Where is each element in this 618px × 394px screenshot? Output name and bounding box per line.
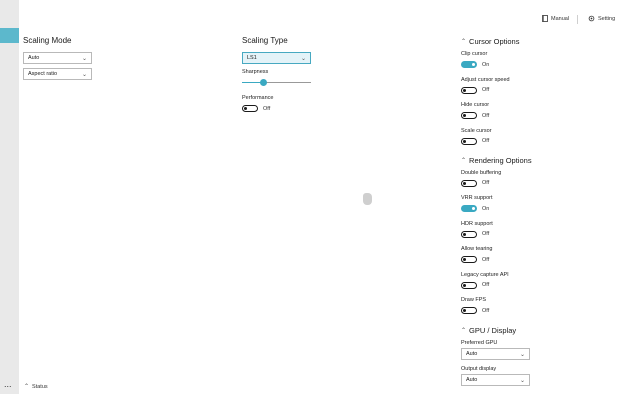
cursor-option-switch[interactable] xyxy=(461,61,477,68)
rendering-option-switch[interactable] xyxy=(461,179,477,187)
output-display-dropdown[interactable]: Auto ⌄ xyxy=(461,374,530,386)
cursor-option-state: Off xyxy=(482,138,490,144)
cursor-option-toggle[interactable]: Off xyxy=(461,86,490,94)
navigation-rail: ... xyxy=(0,0,19,394)
cursor-option-toggle[interactable]: Off xyxy=(461,137,490,145)
performance-toggle[interactable]: Off xyxy=(242,105,270,112)
manual-label: Manual xyxy=(551,15,570,22)
more-icon[interactable]: ... xyxy=(4,380,12,389)
rendering-option-toggle[interactable]: Off xyxy=(461,179,490,187)
chevron-up-icon: ⌃ xyxy=(461,158,467,164)
rendering-option-state: Off xyxy=(482,307,490,314)
chevron-down-icon: ⌄ xyxy=(81,72,87,78)
cursor-option-state: Off xyxy=(482,112,490,119)
rendering-option-toggle[interactable]: Off xyxy=(461,281,490,289)
cursor-option-state: On xyxy=(482,61,490,68)
cursor-option-state: Off xyxy=(482,87,490,93)
sharpness-slider[interactable] xyxy=(242,78,311,88)
cursor-options-title: Cursor Options xyxy=(469,37,520,46)
rendering-option-switch[interactable] xyxy=(461,205,477,212)
topbar-divider xyxy=(577,15,578,24)
preferred-gpu-label: Preferred GPU xyxy=(461,340,498,346)
sharpness-label: Sharpness xyxy=(242,69,269,75)
rendering-option-label: VRR support xyxy=(461,195,493,201)
cursor-option-toggle[interactable]: Off xyxy=(461,112,489,119)
status-label: Status xyxy=(32,383,48,390)
rendering-option-switch[interactable] xyxy=(461,307,477,314)
chevron-down-icon: ⌄ xyxy=(300,56,306,62)
cursor-option-label: Hide cursor xyxy=(461,102,490,108)
top-bar: Manual Setting xyxy=(538,15,618,25)
settings-button[interactable]: Setting xyxy=(588,15,615,22)
rendering-option-state: Off xyxy=(482,256,490,263)
rendering-option-state: Off xyxy=(482,282,490,288)
chevron-up-icon: ⌃ xyxy=(24,384,30,390)
settings-label: Setting xyxy=(598,15,616,22)
output-display-value: Auto xyxy=(466,377,478,383)
performance-label: Performance xyxy=(242,95,274,101)
gpu-display-header[interactable]: ⌃ GPU / Display xyxy=(461,326,516,335)
book-icon xyxy=(542,15,548,22)
rendering-option-switch[interactable] xyxy=(461,230,477,238)
cursor-option-switch[interactable] xyxy=(461,137,477,145)
manual-button[interactable]: Manual xyxy=(542,15,569,22)
cursor-option-switch[interactable] xyxy=(461,112,477,119)
scaling-mode-dropdown[interactable]: Auto ⌄ xyxy=(23,52,92,64)
scaling-mode-title: Scaling Mode xyxy=(23,36,72,45)
rendering-option-toggle[interactable]: Off xyxy=(461,307,489,314)
performance-switch[interactable] xyxy=(242,105,258,112)
rendering-option-label: Double buffering xyxy=(461,169,502,176)
cursor-options-header[interactable]: ⌃ Cursor Options xyxy=(461,37,519,46)
rendering-option-state: Off xyxy=(482,180,490,186)
aspect-ratio-dropdown[interactable]: Aspect ratio ⌄ xyxy=(23,68,92,80)
scaling-mode-value: Auto xyxy=(28,55,40,61)
rendering-option-switch[interactable] xyxy=(461,256,477,263)
rendering-option-toggle[interactable]: Off xyxy=(461,256,489,263)
chevron-up-icon: ⌃ xyxy=(461,328,467,334)
rendering-option-switch[interactable] xyxy=(461,281,477,289)
cursor-option-label: Adjust cursor speed xyxy=(461,76,510,83)
preferred-gpu-dropdown[interactable]: Auto ⌄ xyxy=(461,348,530,360)
rendering-option-label: HDR support xyxy=(461,220,493,227)
scaling-type-value: LS1 xyxy=(247,55,257,61)
rendering-option-state: Off xyxy=(482,231,490,237)
output-display-label: Output display xyxy=(461,366,497,372)
cursor-option-label: Scale cursor xyxy=(461,127,492,134)
rendering-options-header[interactable]: ⌃ Rendering Options xyxy=(461,156,532,165)
cursor-option-toggle[interactable]: On xyxy=(461,61,489,68)
rendering-option-label: Allow tearing xyxy=(461,246,493,252)
scaling-type-dropdown[interactable]: LS1 ⌄ xyxy=(242,52,311,64)
chevron-down-icon: ⌄ xyxy=(519,378,525,384)
cursor-option-label: Clip cursor xyxy=(461,51,488,57)
gear-icon xyxy=(588,15,595,22)
sharpness-thumb[interactable] xyxy=(260,79,267,86)
mouse-pointer-icon xyxy=(363,193,372,205)
gpu-display-title: GPU / Display xyxy=(469,326,517,335)
scaling-type-title: Scaling Type xyxy=(242,36,288,45)
chevron-down-icon: ⌄ xyxy=(81,56,87,62)
rendering-options-title: Rendering Options xyxy=(469,156,532,165)
rendering-option-toggle[interactable]: Off xyxy=(461,230,490,238)
performance-state: Off xyxy=(263,105,271,112)
rendering-option-toggle[interactable]: On xyxy=(461,205,489,212)
rendering-option-label: Legacy capture API xyxy=(461,271,509,278)
cursor-option-switch[interactable] xyxy=(461,86,477,94)
rendering-option-label: Draw FPS xyxy=(461,297,487,303)
status-bar-toggle[interactable]: ⌃ Status xyxy=(24,383,48,391)
nav-selected-item[interactable] xyxy=(0,28,19,43)
aspect-ratio-value: Aspect ratio xyxy=(28,71,58,77)
preferred-gpu-value: Auto xyxy=(466,351,478,357)
rendering-option-state: On xyxy=(482,205,490,212)
chevron-up-icon: ⌃ xyxy=(461,39,467,45)
chevron-down-icon: ⌄ xyxy=(519,352,525,358)
